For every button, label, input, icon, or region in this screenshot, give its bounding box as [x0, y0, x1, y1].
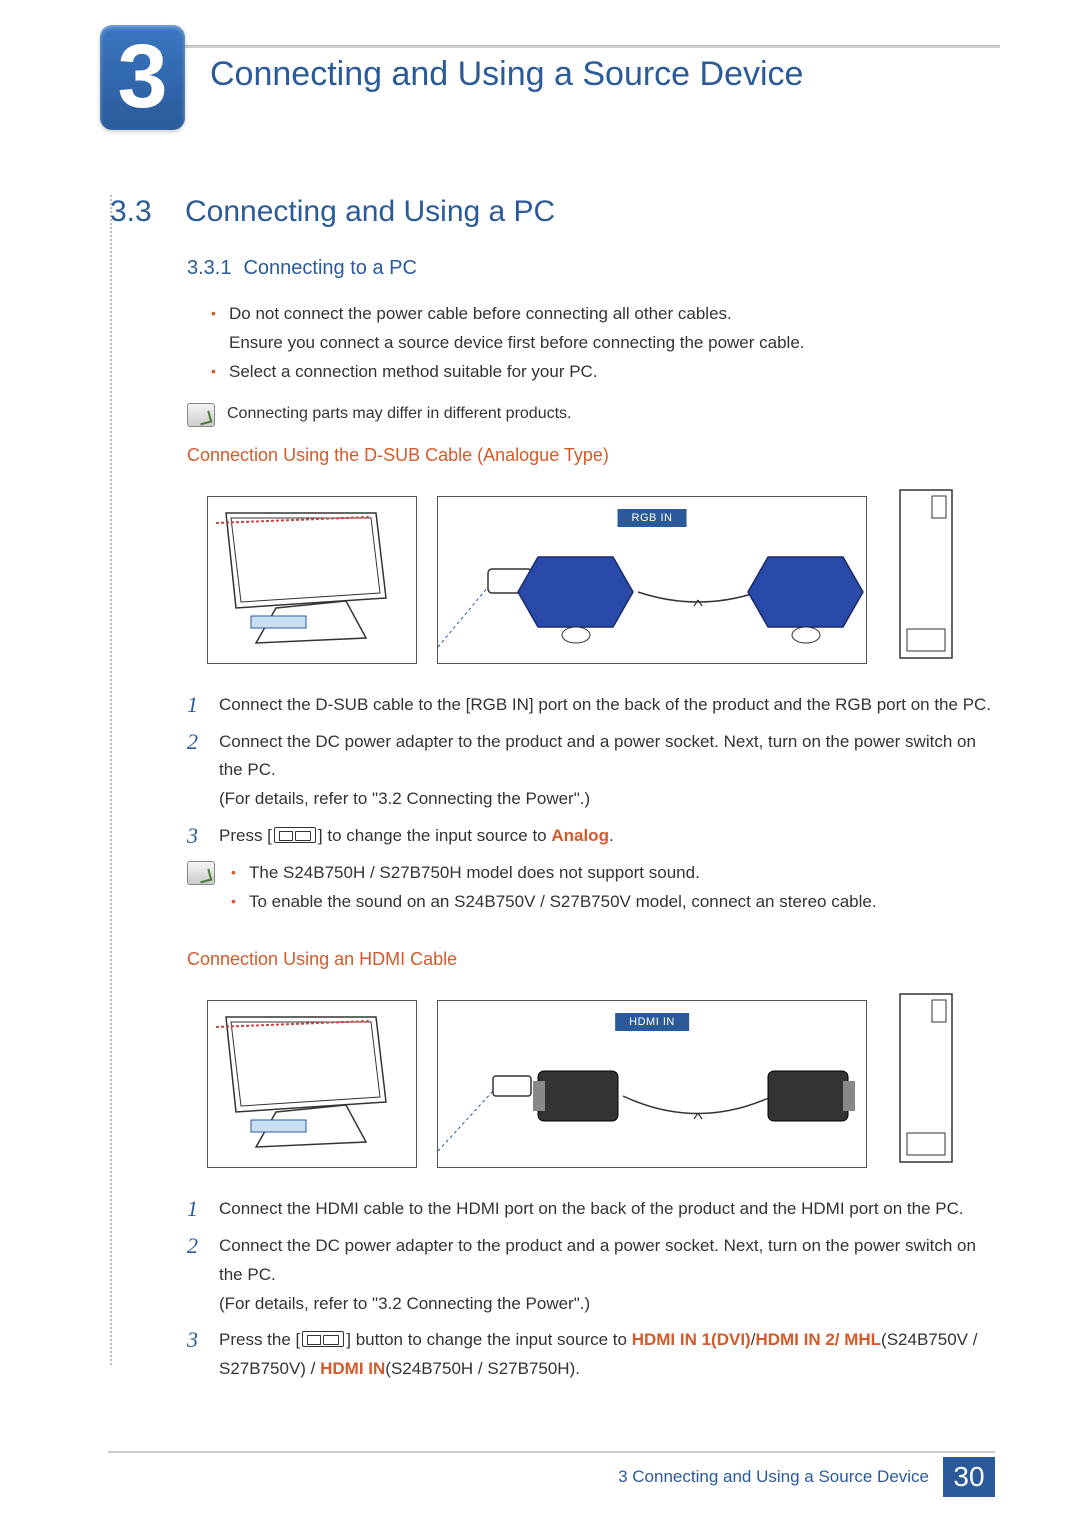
step-number: 3	[187, 1326, 205, 1384]
step-text: Connect the HDMI cable to the HDMI port …	[219, 1195, 964, 1224]
step-text-line: (For details, refer to "3.2 Connecting t…	[219, 1294, 590, 1313]
note-text: Connecting parts may differ in different…	[227, 401, 571, 427]
step-text-line: (For details, refer to "3.2 Connecting t…	[219, 789, 590, 808]
step-number: 1	[187, 691, 205, 720]
step-text: Connect the DC power adapter to the prod…	[219, 1232, 995, 1319]
dsub-heading: Connection Using the D-SUB Cable (Analog…	[187, 445, 995, 466]
text: Press [	[219, 826, 272, 845]
text: ] button to change the input source to	[346, 1330, 631, 1349]
source-name: HDMI IN 2/ MHL	[755, 1330, 881, 1349]
dsub-note: The S24B750H / S27B750H model does not s…	[187, 859, 995, 931]
section-title: Connecting and Using a PC	[185, 195, 555, 229]
step-text: Press the [ ] button to change the input …	[219, 1326, 995, 1384]
footer-chapter-title: 3 Connecting and Using a Source Device	[618, 1467, 929, 1487]
port-label: RGB IN	[618, 509, 687, 527]
text: Press the [	[219, 1330, 300, 1349]
step: 3 Press the [ ] button to change the inpu…	[187, 1326, 995, 1384]
chapter-badge: 3	[100, 25, 185, 130]
step: 1 Connect the D-SUB cable to the [RGB IN…	[187, 691, 995, 720]
step-number: 3	[187, 822, 205, 851]
section-heading: 3.3 Connecting and Using a PC	[112, 195, 995, 229]
chapter-title: Connecting and Using a Source Device	[210, 55, 803, 94]
pc-illustration	[892, 988, 962, 1168]
hdmi-steps: 1 Connect the HDMI cable to the HDMI por…	[187, 1195, 995, 1384]
footer-rule	[108, 1451, 995, 1453]
hdmi-heading: Connection Using an HDMI Cable	[187, 949, 995, 970]
subsection-heading: 3.3.1 Connecting to a PC	[187, 257, 995, 280]
port-illustration: HDMI IN	[437, 1000, 867, 1168]
step-number: 1	[187, 1195, 205, 1224]
step-number: 2	[187, 1232, 205, 1319]
monitor-illustration	[207, 1000, 417, 1168]
page-number: 30	[943, 1457, 995, 1497]
text: (S24B750H / S27B750H).	[385, 1359, 580, 1378]
step-text: Connect the D-SUB cable to the [RGB IN] …	[219, 691, 991, 720]
hdmi-diagram: HDMI IN	[207, 988, 962, 1173]
source-button-icon	[302, 1331, 344, 1347]
source-button-icon	[274, 827, 316, 843]
text: .	[609, 826, 614, 845]
port-illustration: RGB IN	[437, 496, 867, 664]
source-name: HDMI IN 1(DVI)	[632, 1330, 751, 1349]
bullet-item: The S24B750H / S27B750H model does not s…	[227, 859, 877, 888]
step: 2 Connect the DC power adapter to the pr…	[187, 1232, 995, 1319]
step-text-line: Connect the DC power adapter to the prod…	[219, 732, 976, 780]
step: 2 Connect the DC power adapter to the pr…	[187, 728, 995, 815]
bullet-item: To enable the sound on an S24B750V / S27…	[227, 888, 877, 917]
bullet-item: Select a connection method suitable for …	[207, 358, 995, 387]
note-bullets: The S24B750H / S27B750H model does not s…	[227, 859, 877, 917]
top-rule	[180, 45, 1000, 48]
dsub-steps: 1 Connect the D-SUB cable to the [RGB IN…	[187, 691, 995, 851]
manual-page: 3 Connecting and Using a Source Device 3…	[0, 0, 1080, 1527]
footer: 3 Connecting and Using a Source Device 3…	[0, 1459, 1080, 1495]
content-area: 3.3 Connecting and Using a PC 3.3.1 Conn…	[110, 195, 995, 1365]
intro-bullets: Do not connect the power cable before co…	[207, 300, 995, 387]
pc-illustration	[892, 484, 962, 664]
subsection-number: 3.3.1	[187, 257, 243, 280]
text: ] to change the input source to	[318, 826, 551, 845]
note-icon	[187, 403, 215, 427]
note-icon	[187, 861, 215, 885]
monitor-illustration	[207, 496, 417, 664]
bullet-item: Do not connect the power cable before co…	[207, 300, 995, 358]
source-name: HDMI IN	[320, 1359, 385, 1378]
step: 3 Press [ ] to change the input source to…	[187, 822, 995, 851]
section-number: 3.3	[110, 195, 185, 229]
port-label: HDMI IN	[615, 1013, 689, 1031]
step: 1 Connect the HDMI cable to the HDMI por…	[187, 1195, 995, 1224]
source-name: Analog	[551, 826, 609, 845]
step-number: 2	[187, 728, 205, 815]
subsection-title: Connecting to a PC	[243, 257, 416, 280]
step-text: Connect the DC power adapter to the prod…	[219, 728, 995, 815]
dsub-diagram: RGB IN	[207, 484, 962, 669]
note: Connecting parts may differ in different…	[187, 401, 995, 427]
step-text-line: Connect the DC power adapter to the prod…	[219, 1236, 976, 1284]
step-text: Press [ ] to change the input source to A…	[219, 822, 614, 851]
